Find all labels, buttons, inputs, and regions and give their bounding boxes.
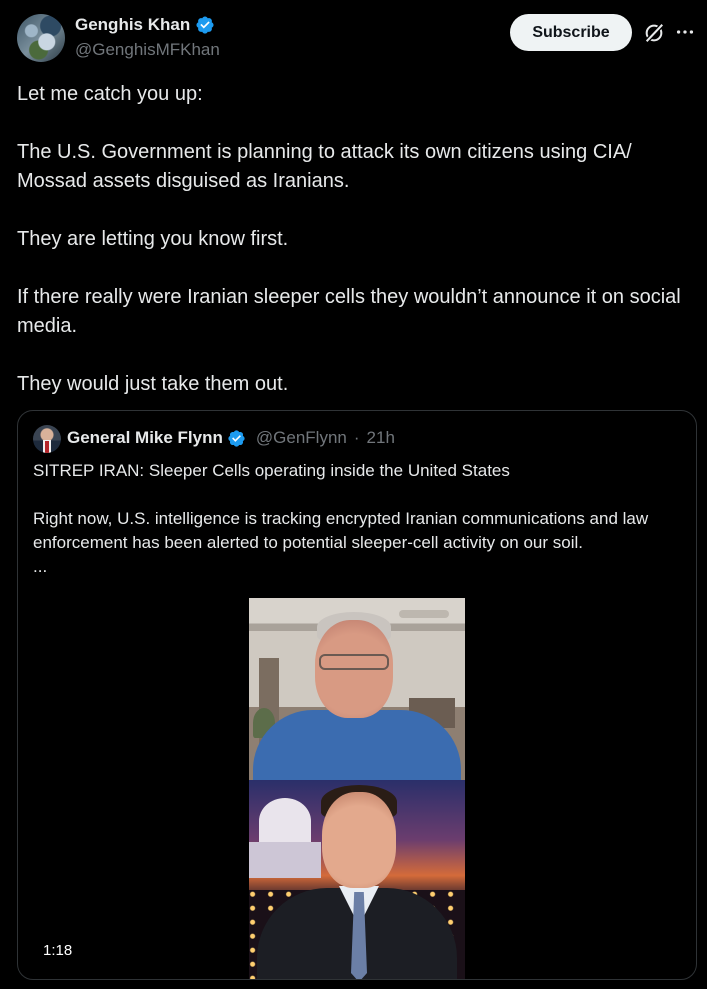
tweet-line: If there really were Iranian sleeper cel… bbox=[17, 286, 681, 337]
verified-badge-icon bbox=[227, 429, 246, 448]
author-name-row: Genghis Khan bbox=[75, 15, 215, 35]
more-icon[interactable] bbox=[674, 21, 696, 43]
tweet-line: They are letting you know first. bbox=[17, 228, 289, 250]
grok-icon[interactable] bbox=[643, 22, 665, 44]
video-frame-top bbox=[249, 598, 465, 790]
video-thumbnail[interactable] bbox=[249, 598, 465, 979]
quote-ellipsis: ... bbox=[33, 557, 48, 576]
quote-text: SITREP IRAN: Sleeper Cells operating ins… bbox=[33, 459, 683, 579]
subscribe-button[interactable]: Subscribe bbox=[510, 14, 632, 51]
author-name[interactable]: Genghis Khan bbox=[75, 15, 190, 35]
quote-author-name[interactable]: General Mike Flynn bbox=[67, 428, 223, 448]
tweet-text: Let me catch you up: The U.S. Government… bbox=[17, 80, 697, 399]
quote-text-line: Right now, U.S. intelligence is tracking… bbox=[33, 509, 649, 552]
video-duration: 1:18 bbox=[43, 942, 73, 959]
quote-time[interactable]: 21h bbox=[367, 428, 395, 448]
author-handle[interactable]: @GenghisMFKhan bbox=[75, 40, 220, 60]
tweet-line: The U.S. Government is planning to attac… bbox=[17, 141, 632, 192]
quoted-tweet[interactable]: General Mike Flynn @GenFlynn · 21h SITRE… bbox=[17, 410, 697, 980]
tweet-line: They would just take them out. bbox=[17, 373, 289, 395]
quote-handle[interactable]: @GenFlynn bbox=[256, 428, 347, 448]
tweet-line: Let me catch you up: bbox=[17, 83, 203, 105]
quote-separator: · bbox=[353, 428, 360, 447]
quote-header: General Mike Flynn @GenFlynn · 21h bbox=[67, 428, 395, 448]
quote-text-line: SITREP IRAN: Sleeper Cells operating ins… bbox=[33, 461, 510, 480]
video-frame-bottom bbox=[249, 780, 465, 979]
verified-badge-icon bbox=[195, 15, 215, 35]
quote-avatar[interactable] bbox=[33, 425, 61, 453]
avatar[interactable] bbox=[17, 14, 65, 62]
